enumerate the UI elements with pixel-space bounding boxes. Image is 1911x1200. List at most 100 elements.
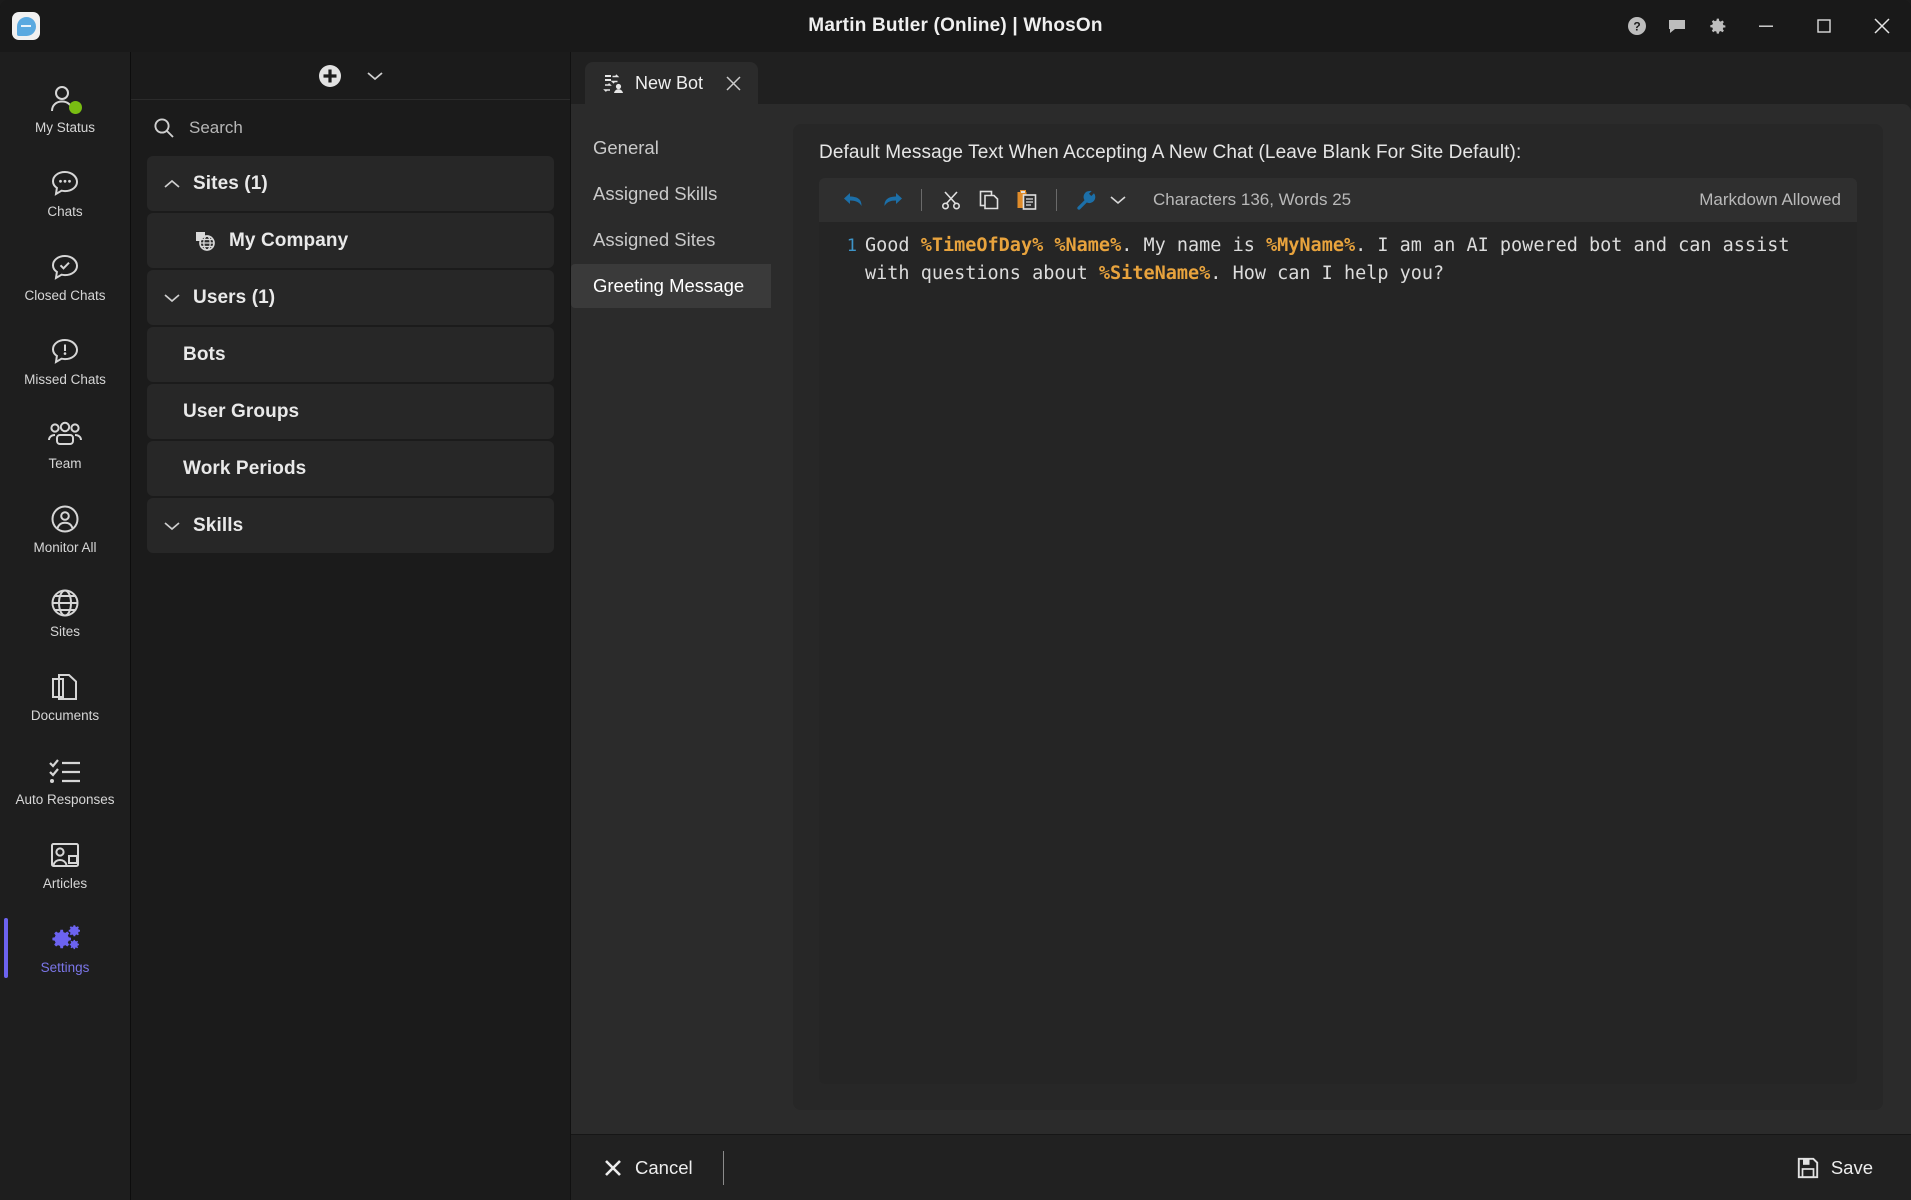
placeholder-token: %SiteName%	[1098, 263, 1211, 284]
tree-node-users[interactable]: Users (1)	[147, 270, 554, 325]
sidebar-item-closed-chats[interactable]: Closed Chats	[0, 234, 130, 318]
chevron-down-icon[interactable]	[365, 69, 385, 83]
content-row: General Assigned Skills Assigned Sites G…	[571, 104, 1911, 1134]
placeholder-token: %TimeOfDay%	[920, 235, 1044, 256]
tab-content-panel: General Assigned Skills Assigned Sites G…	[571, 104, 1911, 1200]
add-plus-icon[interactable]	[317, 63, 343, 89]
copy-icon[interactable]	[970, 183, 1008, 217]
sidebar-item-label: Closed Chats	[24, 287, 106, 303]
sidebar-item-label: Documents	[30, 707, 100, 723]
subnav-item-greeting-message[interactable]: Greeting Message	[571, 264, 771, 308]
window-body: My Status Chats Closed Chats Missed Chat…	[0, 52, 1911, 1200]
chat-alert-icon	[46, 334, 84, 368]
subnav-item-assigned-sites[interactable]: Assigned Sites	[571, 218, 771, 262]
sidebar-item-settings[interactable]: Settings	[0, 906, 130, 990]
chevron-down-icon[interactable]	[161, 292, 183, 304]
save-label: Save	[1830, 1156, 1873, 1178]
feedback-icon[interactable]	[1657, 0, 1697, 52]
search-icon	[153, 117, 175, 139]
sidebar-item-my-status[interactable]: My Status	[0, 66, 130, 150]
chat-check-icon	[46, 250, 84, 284]
toolbar-separator	[921, 189, 922, 211]
editor-card: Default Message Text When Accepting A Ne…	[793, 124, 1883, 1110]
sidebar-item-label: Articles	[42, 875, 88, 891]
undo-arrow-icon[interactable]	[835, 183, 873, 217]
globe-icon	[46, 586, 84, 620]
sidebar-item-label: Missed Chats	[24, 371, 106, 387]
tree-node-label: My Company	[229, 229, 349, 251]
tree-node-user-groups[interactable]: User Groups	[147, 384, 554, 439]
gear-icon[interactable]	[1697, 0, 1737, 52]
window-controls: ?	[1617, 0, 1911, 52]
close-icon[interactable]	[725, 75, 742, 92]
documents-icon	[46, 670, 84, 704]
subnav-label: Assigned Skills	[593, 183, 718, 204]
sidebar-item-label: Team	[48, 455, 82, 471]
floppy-save-icon	[1797, 1157, 1819, 1179]
wrench-icon[interactable]	[1067, 183, 1105, 217]
tab-new-bot[interactable]: New Bot	[585, 62, 759, 104]
sidebar-item-monitor-all[interactable]: Monitor All	[0, 486, 130, 570]
sidebar-item-documents[interactable]: Documents	[0, 654, 130, 738]
tab-label: New Bot	[635, 72, 704, 93]
paste-icon[interactable]	[1008, 183, 1046, 217]
plain-text-run	[1043, 235, 1054, 256]
sidebar-item-articles[interactable]: Articles	[0, 822, 130, 906]
close-button[interactable]	[1853, 0, 1911, 52]
chat-bubble-icon	[46, 166, 84, 200]
plain-text-run: . How can I help you?	[1210, 263, 1445, 284]
tree-node-my-company[interactable]: My Company	[147, 213, 554, 268]
editor-region: Default Message Text When Accepting A Ne…	[771, 104, 1911, 1134]
sidebar-item-missed-chats[interactable]: Missed Chats	[0, 318, 130, 402]
subnav-label: General	[593, 137, 659, 158]
application-window: Martin Butler (Online) | WhosOn ? My Sta…	[0, 0, 1911, 1200]
bot-settings-subnav: General Assigned Skills Assigned Sites G…	[571, 104, 771, 1134]
chevron-down-icon[interactable]	[1105, 183, 1131, 217]
minimize-button[interactable]	[1737, 0, 1795, 52]
site-globe-icon	[193, 229, 217, 253]
subnav-label: Greeting Message	[593, 275, 745, 296]
primary-navigation-rail: My Status Chats Closed Chats Missed Chat…	[0, 52, 131, 1200]
tree-node-bots[interactable]: Bots	[147, 327, 554, 382]
sidebar-item-sites[interactable]: Sites	[0, 570, 130, 654]
people-group-icon	[46, 418, 84, 452]
cancel-button[interactable]: Cancel	[589, 1146, 707, 1190]
scissors-icon[interactable]	[932, 183, 970, 217]
tree-node-skills[interactable]: Skills	[147, 498, 554, 553]
editor-toolbar: Characters 136, Words 25 Markdown Allowe…	[819, 178, 1857, 222]
character-word-count: Characters 136, Words 25	[1153, 190, 1352, 209]
tree-node-work-periods[interactable]: Work Periods	[147, 441, 554, 496]
code-editor: Characters 136, Words 25 Markdown Allowe…	[819, 178, 1857, 1084]
sidebar-item-team[interactable]: Team	[0, 402, 130, 486]
cancel-label: Cancel	[635, 1156, 693, 1178]
subnav-item-assigned-skills[interactable]: Assigned Skills	[571, 172, 771, 216]
plain-text-run: . My name is	[1121, 235, 1266, 256]
sidebar-item-label: Sites	[49, 623, 80, 639]
save-button[interactable]: Save	[1783, 1146, 1887, 1190]
sidebar-item-auto-responses[interactable]: Auto Responses	[0, 738, 130, 822]
plain-text-run: Good	[865, 235, 921, 256]
tree-node-label: Bots	[183, 343, 226, 365]
placeholder-token: %Name%	[1054, 235, 1122, 256]
greeting-message-text[interactable]: Good %TimeOfDay% %Name%. My name is %MyN…	[865, 232, 1857, 1084]
tree-node-label: Sites (1)	[193, 172, 268, 194]
settings-tree-panel: Sites (1) My Company Users (1) B	[131, 52, 571, 1200]
maximize-button[interactable]	[1795, 0, 1853, 52]
sidebar-item-chats[interactable]: Chats	[0, 150, 130, 234]
search-row	[131, 100, 570, 156]
tree-node-label: Users (1)	[193, 286, 276, 308]
redo-arrow-icon[interactable]	[873, 183, 911, 217]
chevron-down-icon[interactable]	[161, 520, 183, 532]
chevron-up-icon[interactable]	[161, 178, 183, 190]
tree-node-label: User Groups	[183, 400, 300, 422]
subnav-item-general[interactable]: General	[571, 126, 771, 170]
code-text-area[interactable]: 1 Good %TimeOfDay% %Name%. My name is %M…	[819, 222, 1857, 1084]
tree-node-label: Work Periods	[183, 457, 307, 479]
field-label: Default Message Text When Accepting A Ne…	[819, 142, 1522, 163]
help-icon[interactable]: ?	[1617, 0, 1657, 52]
subnav-label: Assigned Sites	[593, 229, 716, 250]
action-footer: Cancel Save	[571, 1134, 1911, 1200]
search-input[interactable]	[189, 118, 548, 138]
tree-node-sites[interactable]: Sites (1)	[147, 156, 554, 211]
article-person-icon	[46, 838, 84, 872]
